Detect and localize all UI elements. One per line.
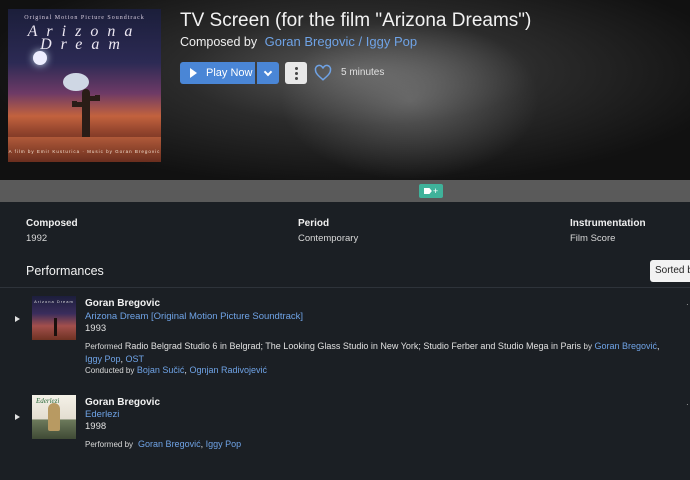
composed-label: Composed — [26, 218, 78, 229]
row-edge-marker: · — [686, 400, 689, 409]
more-options-button[interactable] — [285, 62, 307, 84]
play-now-button[interactable]: Play Now — [180, 62, 255, 84]
play-icon — [190, 68, 197, 78]
performer-link[interactable]: Goran Bregović — [594, 341, 657, 351]
chevron-down-icon — [263, 67, 273, 76]
cactus-arm-icon — [72, 101, 82, 107]
performance-details: Performed Radio Belgrad Studio 6 in Belg… — [85, 341, 660, 364]
performance-album-link[interactable]: Ederlezi — [85, 409, 119, 420]
performed-by-line: Performed by Goran Bregović, Iggy Pop — [85, 439, 242, 449]
performer-link[interactable]: Goran Bregović — [138, 439, 201, 449]
period-value: Contemporary — [298, 233, 359, 244]
album-thumbnail[interactable]: Ederlezi — [32, 395, 76, 439]
instrumentation-label: Instrumentation — [570, 218, 646, 229]
album-cover: Original Motion Picture Soundtrack Arizo… — [8, 9, 161, 162]
duration-text: 5 minutes — [341, 67, 385, 78]
cactus-icon — [54, 318, 57, 336]
expand-triangle-icon[interactable] — [15, 414, 20, 420]
thumbnail-text: Arizona Dream — [34, 299, 74, 304]
performance-artist: Goran Bregovic — [85, 397, 161, 408]
expand-triangle-icon[interactable] — [15, 316, 20, 322]
play-options-dropdown[interactable] — [257, 62, 279, 84]
cactus-arm-icon — [90, 95, 100, 101]
tag-bar — [0, 180, 690, 202]
performance-artist: Goran Bregovic — [85, 298, 161, 309]
conductor-link[interactable]: Ognjan Radivojević — [189, 365, 267, 375]
instrumentation-value: Film Score — [570, 233, 616, 244]
figure-icon — [48, 403, 60, 431]
cover-title-text: Arizona Dream — [27, 23, 142, 53]
tag-icon — [423, 188, 432, 194]
by-label: by — [583, 342, 592, 351]
cover-top-text: Original Motion Picture Soundtrack — [24, 15, 145, 21]
performance-venue: Radio Belgrad Studio 6 in Belgrad; The L… — [124, 341, 581, 351]
header-banner: Original Motion Picture Soundtrack Arizo… — [0, 0, 690, 180]
performance-year: 1993 — [85, 323, 107, 334]
performances-heading: Performances — [26, 264, 104, 278]
row-edge-marker: · — [686, 300, 689, 309]
play-now-label: Play Now — [206, 67, 253, 79]
performed-label: Performed — [85, 342, 123, 351]
performer-link[interactable]: Iggy Pop — [206, 439, 242, 449]
heart-icon[interactable] — [314, 64, 332, 82]
period-label: Period — [298, 218, 330, 229]
performer-link[interactable]: Iggy Pop — [85, 354, 121, 364]
add-tag-label: + — [432, 186, 439, 196]
conductor-link[interactable]: Bojan Sučić — [137, 365, 185, 375]
composed-by-label: Composed by — [180, 35, 258, 49]
page-title: TV Screen (for the film "Arizona Dreams"… — [180, 10, 532, 31]
album-thumbnail[interactable]: Arizona Dream — [32, 296, 76, 340]
cover-credits-text: A film by Emir Kusturica · Music by Gora… — [8, 149, 161, 154]
composed-value: 1992 — [26, 233, 48, 244]
performance-album-link[interactable]: Arizona Dream [Original Motion Picture S… — [85, 311, 303, 322]
moon-icon — [33, 51, 47, 65]
performer-link[interactable]: OST — [126, 354, 145, 364]
sort-dropdown[interactable]: Sorted by — [650, 260, 690, 282]
performance-year: 1998 — [85, 421, 107, 432]
composed-by-line: Composed by Goran Bregovic / Iggy Pop — [180, 34, 417, 49]
more-vert-icon-dot — [294, 71, 298, 75]
cactus-icon — [82, 89, 90, 141]
more-vert-icon — [294, 66, 298, 70]
composer-links[interactable]: Goran Bregovic / Iggy Pop — [265, 34, 417, 49]
conducted-label: Conducted by — [85, 366, 135, 375]
add-tag-button[interactable]: + — [419, 184, 443, 198]
conducted-line: Conducted by Bojan Sučić, Ognjan Radivoj… — [85, 365, 267, 375]
more-vert-icon-dot — [294, 76, 298, 80]
performed-by-label: Performed by — [85, 440, 134, 449]
divider — [0, 287, 690, 288]
